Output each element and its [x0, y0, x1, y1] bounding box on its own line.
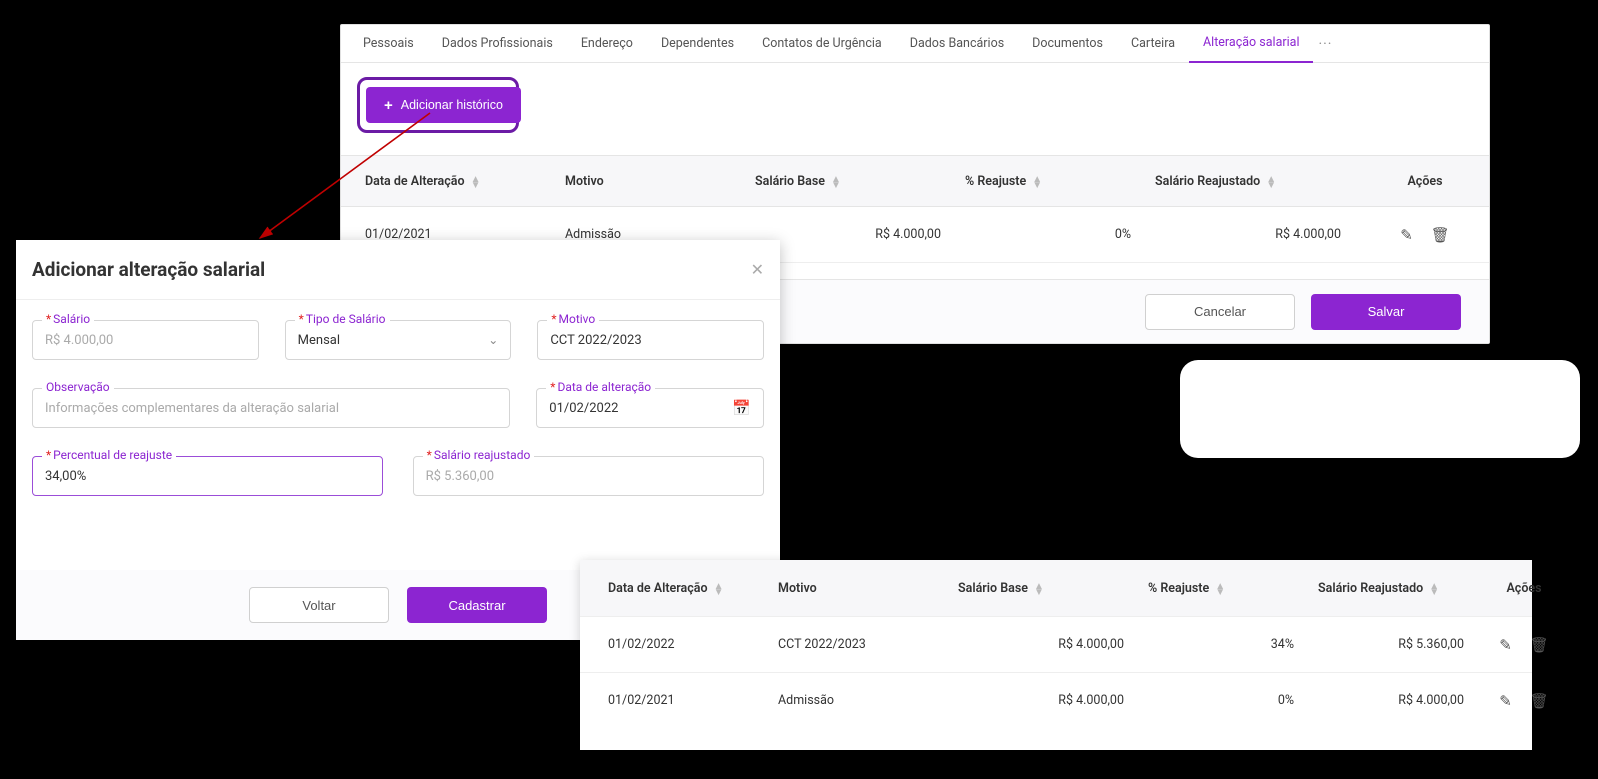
- label-percentual: *Percentual de reajuste: [42, 448, 176, 462]
- col-motivo: Motivo: [778, 581, 958, 596]
- field-reajustado: *Salário reajustado R$ 5.360,00: [413, 456, 764, 496]
- add-history-label: Adicionar histórico: [401, 98, 503, 112]
- col-base[interactable]: Salário Base▲▼: [958, 581, 1148, 596]
- sort-icon: ▲▼: [471, 175, 481, 187]
- sort-icon: ▲▼: [1266, 175, 1276, 187]
- delete-icon[interactable]: 🗑: [1530, 692, 1549, 710]
- cell-reajuste: 34%: [1148, 637, 1318, 652]
- col-data[interactable]: Data de Alteração▲▼: [365, 174, 565, 189]
- cell-reajustado: R$ 4.000,00: [1318, 693, 1488, 708]
- table3-row: 01/02/2022 CCT 2022/2023 R$ 4.000,00 34%…: [580, 616, 1532, 672]
- cell-actions: ✎ 🗑: [1488, 636, 1560, 654]
- tab-carteira[interactable]: Carteira: [1117, 25, 1189, 63]
- plus-icon: +: [384, 98, 393, 113]
- field-motivo: *Motivo CCT 2022/2023: [537, 320, 764, 360]
- field-tipo: *Tipo de Salário Mensal ⌄: [285, 320, 512, 360]
- cell-base: R$ 4.000,00: [958, 637, 1148, 652]
- select-tipo[interactable]: Mensal ⌄: [285, 320, 512, 360]
- cell-reajuste: 0%: [965, 227, 1155, 242]
- tab-documentos[interactable]: Documentos: [1018, 25, 1117, 63]
- tab-alteracao-salarial[interactable]: Alteração salarial: [1189, 25, 1313, 63]
- add-history-button[interactable]: + Adicionar histórico: [366, 87, 521, 123]
- cell-reajustado: R$ 4.000,00: [1155, 227, 1365, 242]
- input-salario[interactable]: R$ 4.000,00: [32, 320, 259, 360]
- edit-icon[interactable]: ✎: [1400, 226, 1413, 244]
- cell-actions: ✎ 🗑: [1365, 226, 1485, 244]
- chevron-down-icon: ⌄: [488, 333, 498, 347]
- label-observacao: Observação: [42, 380, 114, 394]
- cell-reajustado: R$ 5.360,00: [1318, 637, 1488, 652]
- col-reajustado[interactable]: Salário Reajustado▲▼: [1155, 174, 1365, 189]
- delete-icon[interactable]: 🗑: [1431, 226, 1450, 244]
- back-button[interactable]: Voltar: [249, 587, 389, 623]
- tab-more-icon[interactable]: ···: [1313, 36, 1337, 52]
- cancel-button[interactable]: Cancelar: [1145, 294, 1295, 330]
- field-data: *Data de alteração 01/02/2022 📅: [536, 388, 764, 428]
- field-salario: *Salário R$ 4.000,00: [32, 320, 259, 360]
- sort-icon: ▲▼: [831, 175, 841, 187]
- col-motivo: Motivo: [565, 174, 755, 189]
- edit-icon[interactable]: ✎: [1499, 636, 1512, 654]
- cell-motivo: CCT 2022/2023: [778, 637, 958, 652]
- tab-bar: Pessoais Dados Profissionais Endereço De…: [341, 25, 1489, 63]
- delete-icon[interactable]: 🗑: [1530, 636, 1549, 654]
- save-button[interactable]: Salvar: [1311, 294, 1461, 330]
- col-reajuste[interactable]: % Reajuste▲▼: [1148, 581, 1318, 596]
- field-percentual: *Percentual de reajuste 34,00%: [32, 456, 383, 496]
- sort-icon: ▲▼: [1215, 582, 1225, 594]
- modal-title: Adicionar alteração salarial: [32, 258, 265, 281]
- label-reajustado: *Salário reajustado: [423, 448, 535, 462]
- cell-actions: ✎ 🗑: [1488, 692, 1560, 710]
- tab-endereco[interactable]: Endereço: [567, 25, 647, 63]
- cell-base: R$ 4.000,00: [958, 693, 1148, 708]
- input-observacao[interactable]: Informações complementares da alteração …: [32, 388, 510, 428]
- sort-icon: ▲▼: [714, 582, 724, 594]
- col-acoes: Ações: [1488, 581, 1560, 596]
- label-motivo: *Motivo: [547, 312, 599, 326]
- cell-reajuste: 0%: [1148, 693, 1318, 708]
- tab-dados-profissionais[interactable]: Dados Profissionais: [428, 25, 567, 63]
- label-data: *Data de alteração: [546, 380, 655, 394]
- result-panel: Data de Alteração▲▼ Motivo Salário Base▲…: [580, 560, 1532, 750]
- cell-base: R$ 4.000,00: [755, 227, 965, 242]
- tab-pessoais[interactable]: Pessoais: [349, 25, 428, 63]
- input-percentual[interactable]: 34,00%: [32, 456, 383, 496]
- col-reajustado[interactable]: Salário Reajustado▲▼: [1318, 581, 1488, 596]
- sort-icon: ▲▼: [1034, 582, 1044, 594]
- sort-icon: ▲▼: [1429, 582, 1439, 594]
- input-reajustado[interactable]: R$ 5.360,00: [413, 456, 764, 496]
- col-reajuste[interactable]: % Reajuste▲▼: [965, 174, 1155, 189]
- col-base[interactable]: Salário Base▲▼: [755, 174, 965, 189]
- label-tipo: *Tipo de Salário: [295, 312, 390, 326]
- input-data[interactable]: 01/02/2022 📅: [536, 388, 764, 428]
- register-button[interactable]: Cadastrar: [407, 587, 547, 623]
- cell-data: 01/02/2022: [608, 637, 778, 652]
- table3-row: 01/02/2021 Admissão R$ 4.000,00 0% R$ 4.…: [580, 672, 1532, 728]
- field-observacao: Observação Informações complementares da…: [32, 388, 510, 428]
- calendar-icon: 📅: [732, 399, 751, 417]
- tab-dependentes[interactable]: Dependentes: [647, 25, 748, 63]
- tab-dados-bancarios[interactable]: Dados Bancários: [896, 25, 1018, 63]
- label-salario: *Salário: [42, 312, 94, 326]
- sort-icon: ▲▼: [1032, 175, 1042, 187]
- tab-contatos-urgencia[interactable]: Contatos de Urgência: [748, 25, 896, 63]
- edit-icon[interactable]: ✎: [1499, 692, 1512, 710]
- table3-header: Data de Alteração▲▼ Motivo Salário Base▲…: [580, 560, 1532, 616]
- tooltip-box: [1180, 360, 1580, 458]
- cell-data: 01/02/2021: [608, 693, 778, 708]
- modal-body: *Salário R$ 4.000,00 *Tipo de Salário Me…: [16, 300, 780, 496]
- input-motivo[interactable]: CCT 2022/2023: [537, 320, 764, 360]
- cell-motivo: Admissão: [778, 693, 958, 708]
- modal-header: Adicionar alteração salarial ✕: [16, 240, 780, 300]
- col-acoes: Ações: [1365, 174, 1485, 189]
- close-icon[interactable]: ✕: [751, 260, 764, 279]
- table1-header: Data de Alteração▲▼ Motivo Salário Base▲…: [341, 155, 1489, 207]
- col-data[interactable]: Data de Alteração▲▼: [608, 581, 778, 596]
